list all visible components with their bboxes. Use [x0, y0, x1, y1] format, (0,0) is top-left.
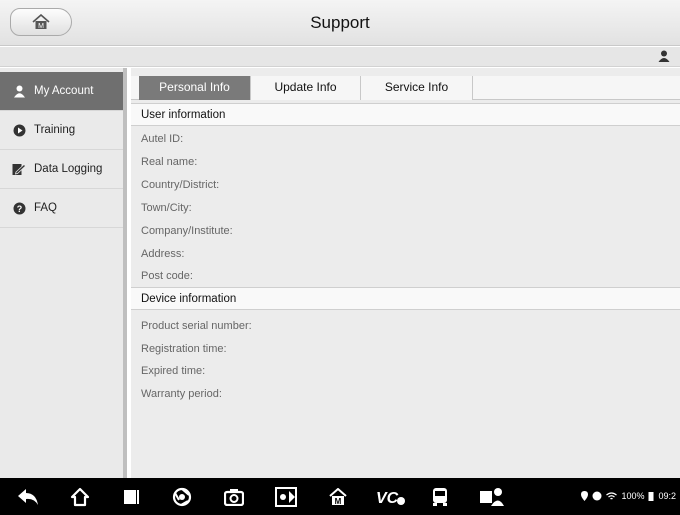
- battery-percentage: 100%: [621, 491, 645, 501]
- sidebar-item-data-logging[interactable]: Data Logging: [0, 150, 123, 188]
- sidebar-item-label: My Account: [34, 85, 94, 97]
- tab-update-info[interactable]: Update Info: [251, 76, 361, 100]
- sub-toolbar: [0, 47, 680, 67]
- user-icon: [12, 84, 26, 98]
- field-autel-id: Autel ID:: [141, 133, 184, 145]
- tab-bar: Personal Info Update Info Service Info: [131, 76, 680, 100]
- camera-icon[interactable]: [222, 485, 246, 509]
- remote-support-icon[interactable]: [479, 485, 505, 509]
- svg-text:M: M: [335, 497, 342, 506]
- system-navigation-bar: M VC 100% 09:2: [0, 478, 680, 515]
- location-icon: [581, 491, 589, 501]
- recent-apps-icon[interactable]: [119, 485, 143, 509]
- tab-service-info[interactable]: Service Info: [361, 76, 473, 100]
- help-icon: ?: [12, 201, 26, 215]
- main-content: Personal Info Update Info Service Info U…: [131, 68, 680, 478]
- user-information-header: User information: [131, 103, 680, 126]
- screen-brightness-icon[interactable]: [274, 485, 298, 509]
- vehicle-icon[interactable]: [428, 485, 452, 509]
- user-icon[interactable]: [658, 50, 670, 63]
- field-product-serial-number: Product serial number:: [141, 320, 252, 332]
- status-area: 100% 09:2: [581, 491, 676, 501]
- sidebar-item-my-account[interactable]: My Account: [0, 72, 123, 110]
- field-country-district: Country/District:: [141, 179, 220, 191]
- field-address: Address:: [141, 248, 185, 260]
- clock: 09:2: [658, 491, 676, 501]
- divider: [0, 227, 123, 228]
- notification-icon: [592, 491, 602, 501]
- title-bar: M Support: [0, 0, 680, 46]
- home-icon[interactable]: [68, 485, 92, 509]
- sidebar-item-faq[interactable]: ? FAQ: [0, 189, 123, 227]
- maxisys-home-icon[interactable]: M: [326, 485, 350, 509]
- sidebar-item-label: Data Logging: [34, 163, 103, 175]
- vci-icon[interactable]: VC: [376, 485, 406, 509]
- wifi-icon: [606, 491, 618, 499]
- svg-text:?: ?: [16, 204, 22, 214]
- sidebar: My Account Training Data Logging ? FAQ: [0, 68, 127, 478]
- field-real-name: Real name:: [141, 156, 198, 168]
- sidebar-item-label: FAQ: [34, 202, 58, 214]
- field-town-city: Town/City:: [141, 202, 192, 214]
- battery-icon: [648, 492, 654, 501]
- field-warranty-period: Warranty period:: [141, 388, 222, 400]
- browser-icon[interactable]: [170, 485, 194, 509]
- field-post-code: Post code:: [141, 270, 193, 282]
- tab-personal-info[interactable]: Personal Info: [139, 76, 251, 100]
- device-information-header: Device information: [131, 287, 680, 310]
- home-button[interactable]: M: [10, 8, 72, 36]
- sidebar-item-training[interactable]: Training: [0, 111, 123, 149]
- field-company-institute: Company/Institute:: [141, 225, 233, 237]
- svg-text:VC: VC: [376, 490, 399, 506]
- play-icon: [12, 123, 26, 137]
- svg-text:M: M: [38, 23, 44, 30]
- back-icon[interactable]: [16, 485, 40, 509]
- field-registration-time: Registration time:: [141, 343, 227, 355]
- edit-icon: [12, 162, 26, 176]
- sidebar-item-label: Training: [34, 124, 76, 136]
- home-icon: M: [32, 14, 50, 30]
- page-title: Support: [310, 13, 370, 32]
- field-expired-time: Expired time:: [141, 365, 206, 377]
